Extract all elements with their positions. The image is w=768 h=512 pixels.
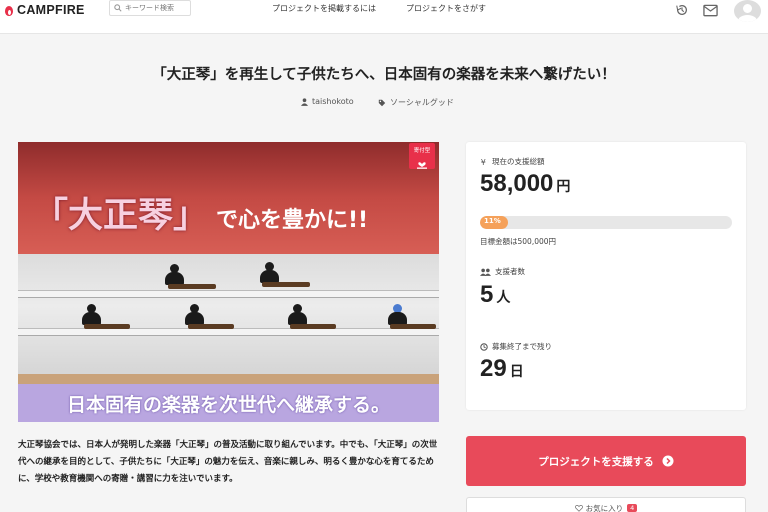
remaining-label: 募集終了まで残り xyxy=(492,342,552,351)
users-icon xyxy=(480,268,491,276)
supporters-unit: 人 xyxy=(496,290,511,306)
donation-badge-label: 寄付型 xyxy=(413,148,431,154)
raised-amount: 58,000 円 xyxy=(480,170,570,198)
support-project-button[interactable]: プロジェクトを支援する xyxy=(466,436,746,486)
hero-headline-big: 「大正琴」 xyxy=(33,196,209,236)
site-header: CAMPFIRE プロジェクトを掲載するには プロジェクトをさがす xyxy=(0,0,768,34)
remaining-label-row: 募集終了まで残り xyxy=(480,341,552,352)
supporters-label: 支援者数 xyxy=(495,267,525,276)
stage-tier xyxy=(18,328,439,336)
raised-value: 58,000 xyxy=(480,170,554,197)
koto-instrument xyxy=(290,324,336,329)
project-category[interactable]: ソーシャルグッド xyxy=(378,97,454,108)
favorite-count: 4 xyxy=(627,504,638,512)
raised-unit: 円 xyxy=(556,179,571,195)
performer xyxy=(183,304,205,326)
clock-icon xyxy=(480,342,488,351)
history-icon[interactable] xyxy=(675,2,689,21)
hand-heart-icon xyxy=(417,162,427,169)
funding-stats-card: ¥ 現在の支援総額 58,000 円 11% 目標金額は500,000円 支援者… xyxy=(466,142,746,410)
supporters-count: 5 人 xyxy=(480,281,510,309)
search-box[interactable] xyxy=(109,0,191,16)
search-icon xyxy=(114,4,122,12)
performer xyxy=(386,304,408,326)
favorite-label: お気に入り xyxy=(585,503,624,512)
hero-headline: 「大正琴」 で心を豊かに!! xyxy=(33,187,368,238)
nav-find-projects[interactable]: プロジェクトをさがす xyxy=(406,3,486,14)
project-description: 大正琴協会では、日本人が発明した楽器「大正琴」の普及活動に取り組んでいます。中で… xyxy=(18,440,438,484)
project-hero-image[interactable]: 「大正琴」 で心を豊かに!! 日本固有の楽器を次世代へ継承する。 xyxy=(18,142,439,422)
brand-name: CAMPFIRE xyxy=(17,3,85,17)
support-button-label: プロジェクトを支援する xyxy=(538,455,654,468)
arrow-circle-icon xyxy=(662,455,674,467)
goal-amount: 目標金額は500,000円 xyxy=(480,237,557,246)
raised-label: 現在の支援総額 xyxy=(492,157,545,166)
favorite-button[interactable]: お気に入り 4 xyxy=(466,497,746,512)
progress-percent: 11% xyxy=(484,217,501,225)
tag-icon xyxy=(378,99,386,106)
hero-headline-small: で心を豊かに!! xyxy=(216,208,369,233)
flame-icon xyxy=(4,4,14,17)
remaining-unit: 日 xyxy=(509,364,524,380)
mail-icon[interactable] xyxy=(703,2,718,21)
koto-instrument xyxy=(262,282,310,287)
remaining-days: 29 日 xyxy=(480,355,524,383)
supporters-label-row: 支援者数 xyxy=(480,266,525,277)
avatar[interactable] xyxy=(734,0,761,22)
koto-instrument xyxy=(390,324,436,329)
koto-instrument xyxy=(84,324,130,329)
user-icon xyxy=(301,97,308,106)
performer xyxy=(163,264,185,286)
campfire-logo[interactable]: CAMPFIRE xyxy=(4,2,85,18)
performer xyxy=(80,304,102,326)
project-title: 「大正琴」を再生して子供たちへ、日本固有の楽器を未来へ繋げたい！ xyxy=(152,67,616,83)
project-author[interactable]: taishokoto xyxy=(301,97,354,106)
svg-text:¥: ¥ xyxy=(481,158,486,166)
koto-instrument xyxy=(188,324,234,329)
hero-banner: 日本固有の楽器を次世代へ継承する。 xyxy=(18,384,439,422)
stage-tier xyxy=(18,290,439,298)
donation-badge: 寄付型 xyxy=(409,143,435,169)
stage-photo xyxy=(18,254,439,384)
search-input[interactable] xyxy=(125,4,189,12)
remaining-value: 29 xyxy=(480,355,507,382)
koto-instrument xyxy=(168,284,216,289)
nav-post-project[interactable]: プロジェクトを掲載するには xyxy=(272,3,376,14)
performer xyxy=(258,262,280,284)
supporters-value: 5 xyxy=(480,281,494,308)
progress-bar: 11% xyxy=(480,216,732,229)
stage-floor xyxy=(18,374,439,384)
yen-icon: ¥ xyxy=(481,158,486,166)
raised-label-row: ¥ 現在の支援総額 xyxy=(480,156,545,167)
hero-banner-text: 日本固有の楽器を次世代へ継承する。 xyxy=(66,393,390,416)
performer xyxy=(286,304,308,326)
heart-icon xyxy=(574,504,583,512)
category-name: ソーシャルグッド xyxy=(390,98,454,107)
author-name: taishokoto xyxy=(312,97,354,106)
